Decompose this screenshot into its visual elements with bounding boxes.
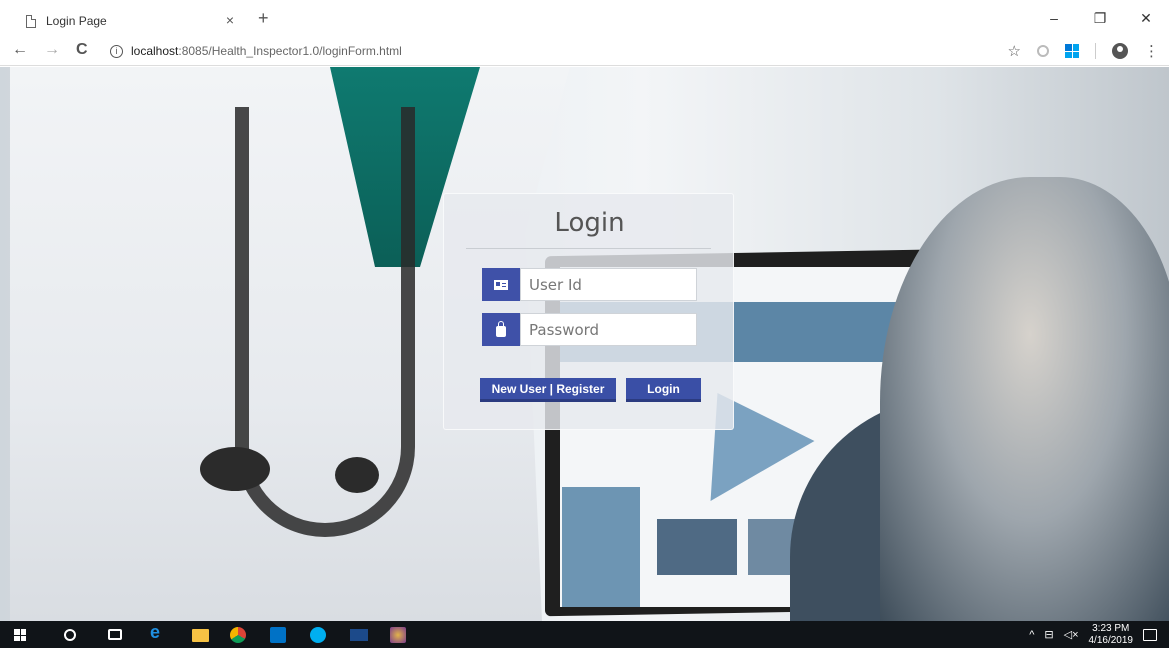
back-button[interactable]: ← <box>12 41 28 59</box>
restore-button[interactable]: ❐ <box>1077 0 1123 36</box>
chrome-icon[interactable] <box>230 627 246 643</box>
page-icon <box>26 14 36 28</box>
start-icon[interactable] <box>14 629 26 641</box>
cortana-search-icon[interactable] <box>64 629 76 641</box>
login-button[interactable]: Login <box>626 378 701 402</box>
tab-title: Login Page <box>46 14 107 28</box>
system-tray: ^ ⊟ ◁× 3:23 PM 4/16/2019 <box>1029 621 1157 648</box>
title-divider <box>466 248 711 249</box>
profile-avatar-icon[interactable] <box>1112 43 1128 59</box>
windows-taskbar: e ^ ⊟ ◁× 3:23 PM 4/16/2019 <box>0 621 1169 648</box>
bookmark-star-icon[interactable]: ☆ <box>1008 42 1021 60</box>
close-window-button[interactable]: ✕ <box>1123 0 1169 36</box>
tab-close-icon[interactable]: × <box>226 12 234 28</box>
login-title: Login <box>554 208 625 238</box>
window-controls: – ❐ ✕ <box>1031 0 1169 36</box>
file-explorer-icon[interactable] <box>192 629 209 642</box>
toolbar-divider <box>1095 43 1096 59</box>
reload-button[interactable]: C <box>76 41 88 59</box>
id-card-icon <box>482 268 520 301</box>
action-center-icon[interactable] <box>1143 628 1157 641</box>
network-icon[interactable]: ⊟ <box>1044 628 1053 641</box>
address-bar[interactable]: i localhost:8085/Health_Inspector1.0/log… <box>110 40 1010 62</box>
windows-extension-icon[interactable] <box>1065 44 1079 58</box>
forward-button[interactable]: → <box>44 41 60 59</box>
pinned-app-icon[interactable] <box>350 629 368 641</box>
url-host: localhost <box>131 44 179 58</box>
login-form: Login New User | Register Login <box>443 193 734 430</box>
new-tab-button[interactable]: + <box>258 8 269 29</box>
user-id-field-group <box>482 268 697 301</box>
clock-date: 4/16/2019 <box>1088 634 1134 646</box>
url-path: :8085/Health_Inspector1.0/loginForm.html <box>178 44 402 58</box>
browser-toolbar: ← → C i localhost:8085/Health_Inspector1… <box>0 36 1169 66</box>
minimize-button[interactable]: – <box>1031 0 1077 36</box>
task-view-icon[interactable] <box>108 629 122 640</box>
outlook-icon[interactable] <box>270 627 286 643</box>
skype-icon[interactable] <box>310 627 326 643</box>
site-info-icon[interactable]: i <box>110 44 123 58</box>
password-input[interactable] <box>520 313 697 346</box>
lock-icon <box>482 313 520 346</box>
extension-icon[interactable] <box>1037 45 1049 57</box>
user-id-input[interactable] <box>520 268 697 301</box>
password-field-group <box>482 313 697 346</box>
browser-menu-icon[interactable]: ⋮ <box>1144 42 1159 60</box>
tab-login-page[interactable]: Login Page × <box>12 6 250 36</box>
toolbar-right-icons: ☆ ⋮ <box>1008 42 1159 60</box>
edge-browser-icon[interactable]: e <box>150 622 166 642</box>
tray-chevron-icon[interactable]: ^ <box>1029 629 1034 641</box>
browser-tabstrip: Login Page × + – ❐ ✕ <box>0 0 1169 36</box>
clock-time: 3:23 PM <box>1092 622 1130 634</box>
register-button[interactable]: New User | Register <box>480 378 616 402</box>
taskbar-clock[interactable]: 3:23 PM 4/16/2019 <box>1089 623 1134 647</box>
pinned-app-2-icon[interactable] <box>390 627 406 643</box>
volume-muted-icon[interactable]: ◁× <box>1064 628 1079 641</box>
page-viewport: Login New User | Register Login <box>0 67 1169 621</box>
